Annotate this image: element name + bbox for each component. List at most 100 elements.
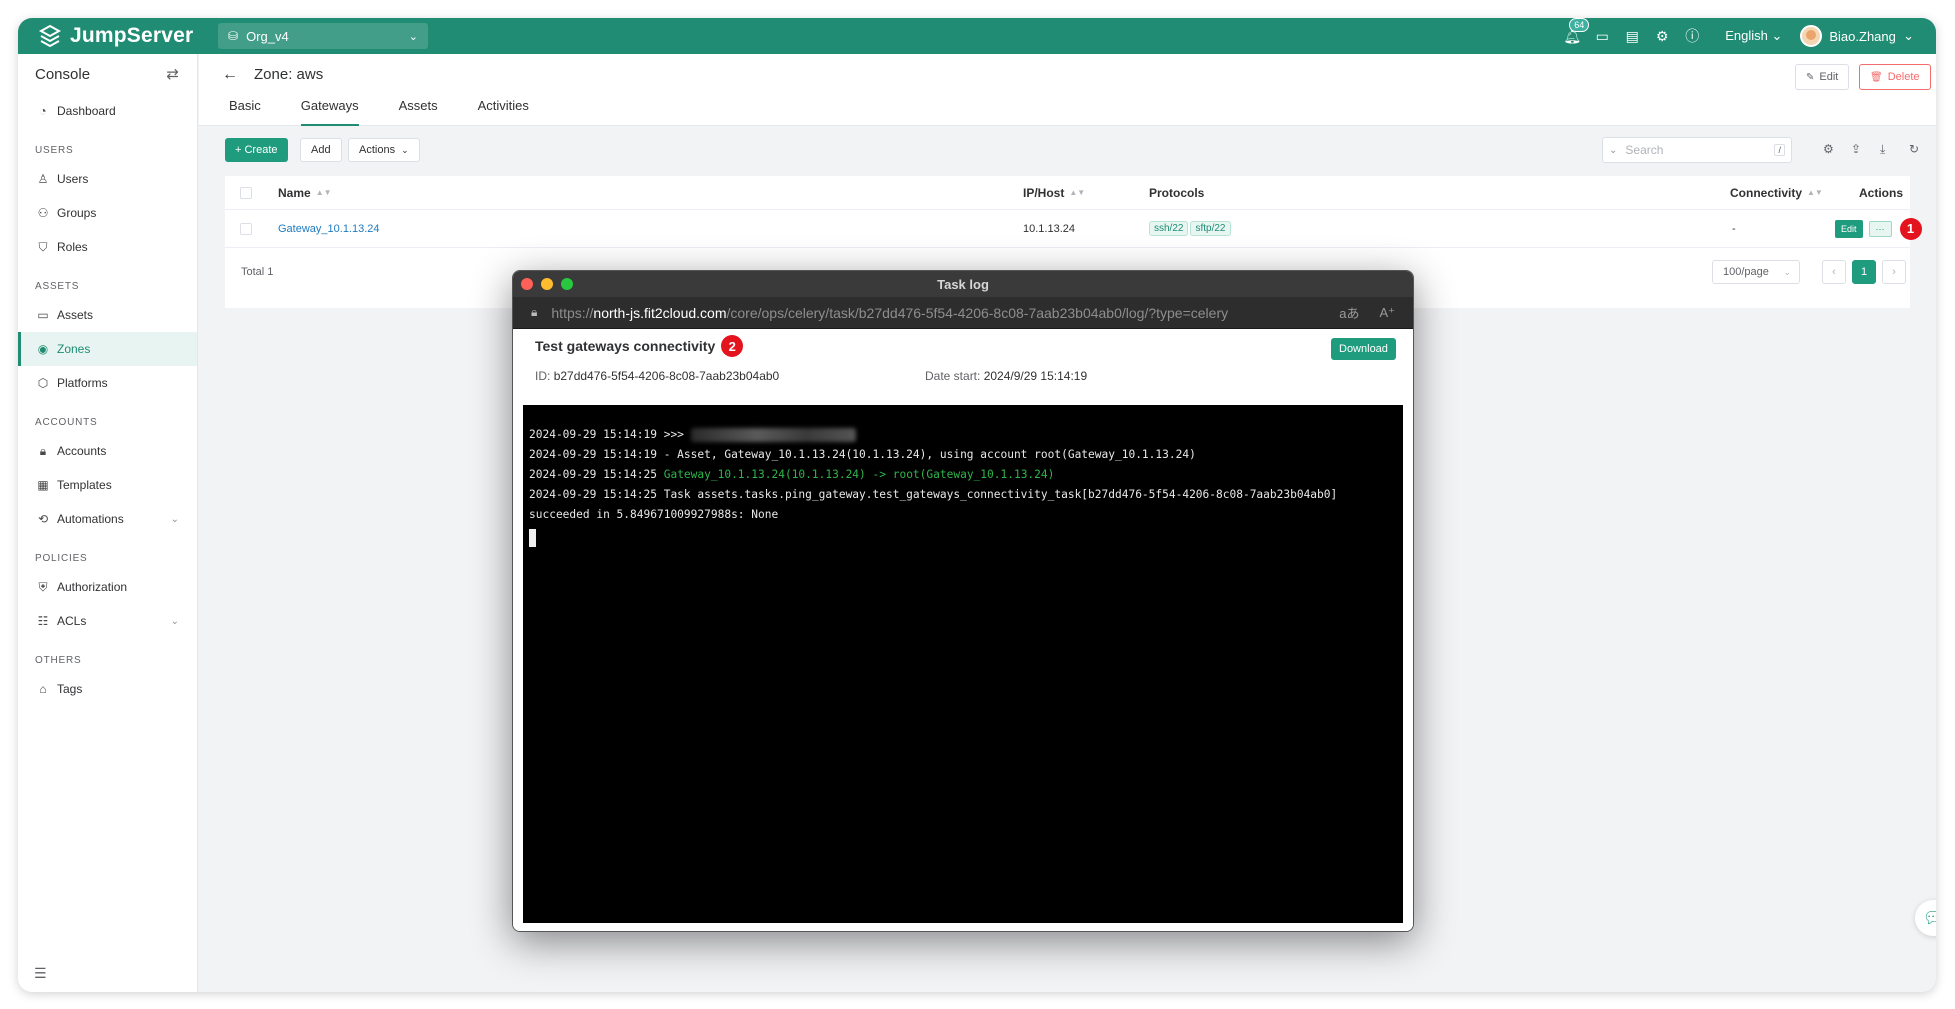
edit-zone-button[interactable]: ✎ Edit <box>1795 64 1850 90</box>
table-header-row: Name ▲▼ IP/Host ▲▼ Protocols Connectivity ▲… <box>225 176 1910 210</box>
logo[interactable]: JumpServer <box>38 24 218 48</box>
sidebar-group-assets: ASSETS <box>35 281 80 292</box>
chevron-down-icon: ⌄ <box>170 513 179 525</box>
translate-icon[interactable]: aあ <box>1339 303 1359 322</box>
sidebar-group-policies: POLICIES <box>35 553 88 564</box>
sidebar-item-accounts[interactable]: 🔒︎ Accounts <box>18 434 197 468</box>
dashboard-icon: ◔ <box>39 104 47 118</box>
top-bar: JumpServer ⛁ Org_v4 ⌄ 🔔︎ 64 ▭ ▤ ⚙ ⓘ Engl… <box>18 18 1936 54</box>
notification-count-badge: 64 <box>1569 18 1590 32</box>
tab-basic[interactable]: Basic <box>229 92 261 126</box>
create-button[interactable]: + Create <box>225 138 288 162</box>
gateway-name-link[interactable]: Gateway_10.1.13.24 <box>278 210 380 247</box>
edit-label: Edit <box>1819 71 1839 83</box>
user-menu[interactable]: Biao.Zhang ⌄ <box>1800 25 1914 47</box>
terminal-cursor <box>529 529 536 547</box>
tickets-icon[interactable]: ▤ <box>1617 28 1647 45</box>
column-header-protocols: Protocols <box>1149 185 1205 200</box>
sidebar-item-platforms[interactable]: ⬡ Platforms <box>18 366 197 400</box>
row-checkbox[interactable] <box>240 210 252 247</box>
trash-icon: 🗑︎ <box>1870 71 1883 83</box>
next-page-button[interactable]: › <box>1882 260 1906 284</box>
settings-gear-icon[interactable]: ⚙ <box>1647 28 1677 45</box>
sidebar-item-roles[interactable]: ⛉ Roles <box>18 230 197 264</box>
sidebar-item-label: Groups <box>57 206 97 220</box>
window-title: Task log <box>937 276 989 292</box>
refresh-icon[interactable]: ↻ <box>1909 142 1919 156</box>
sidebar-item-acls[interactable]: ☷ ACLs ⌄ <box>18 604 197 638</box>
switch-view-icon[interactable]: ⇄ <box>166 65 179 83</box>
log-line: 2024-09-29 15:14:19 - Asset, Gateway_10.… <box>529 448 1196 461</box>
sidebar-item-dashboard[interactable]: ◔ Dashboard <box>18 94 197 128</box>
help-question-icon[interactable]: ⓘ <box>1677 26 1707 46</box>
log-terminal[interactable]: 2024-09-29 15:14:19 >>> 2024-09-29 15:14… <box>523 405 1403 923</box>
monitor-icon: ▭ <box>37 308 49 322</box>
notifications-bell-icon[interactable]: 🔔︎ 64 <box>1557 18 1590 45</box>
prev-page-button[interactable]: ‹ <box>1822 260 1846 284</box>
column-settings-gear-icon[interactable]: ⚙ <box>1823 142 1834 156</box>
download-log-button[interactable]: Download <box>1331 338 1396 360</box>
sidebar-item-label: Authorization <box>57 580 128 594</box>
tab-assets[interactable]: Assets <box>399 92 438 126</box>
top-bar-actions: 🔔︎ 64 ▭ ▤ ⚙ ⓘ English ⌄ Biao.Zhang ⌄ <box>1557 18 1936 54</box>
tag-icon: ⌂ <box>39 682 47 696</box>
sidebar-item-label: Users <box>57 172 89 186</box>
automation-icon: ⟲ <box>37 512 49 526</box>
task-date-start: Date start: 2024/9/29 15:14:19 <box>925 369 1088 383</box>
collapse-sidebar-icon[interactable]: ☰ <box>34 965 47 982</box>
sidebar-item-users[interactable]: ♙ Users <box>18 162 197 196</box>
close-window-icon[interactable] <box>521 278 533 290</box>
chevron-down-icon: ⌄ <box>401 144 409 155</box>
chat-assistant-icon[interactable]: 💬︎ <box>1915 900 1936 936</box>
sidebar-item-templates[interactable]: ▦ Templates <box>18 468 197 502</box>
sidebar-item-tags[interactable]: ⌂ Tags <box>18 672 197 706</box>
language-selector[interactable]: English ⌄ <box>1725 28 1782 44</box>
minimize-window-icon[interactable] <box>541 278 553 290</box>
actions-label: Actions <box>359 144 396 156</box>
select-all-checkbox[interactable] <box>240 176 252 209</box>
chevron-down-icon: ⌄ <box>1771 28 1783 43</box>
org-selector[interactable]: ⛁ Org_v4 ⌄ <box>218 23 428 49</box>
column-header-connectivity[interactable]: Connectivity ▲▼ <box>1730 176 1823 209</box>
chevron-down-icon: ⌄ <box>408 30 418 43</box>
task-log-body: Test gateways connectivity 2 Download ID… <box>513 329 1413 931</box>
upload-icon[interactable]: ⇪ <box>1851 142 1861 156</box>
row-edit-button[interactable]: Edit <box>1835 219 1863 238</box>
maximize-window-icon[interactable] <box>561 278 573 290</box>
gateway-protocols: ssh/22 sftp/22 <box>1149 210 1233 247</box>
sidebar-item-authorization[interactable]: ⛨ Authorization <box>18 570 197 604</box>
add-button[interactable]: Add <box>300 138 342 162</box>
log-line: 2024-09-29 15:14:25 Task assets.tasks.pi… <box>529 488 1338 501</box>
chevron-down-icon: ⌄ <box>1609 144 1618 156</box>
tab-gateways[interactable]: Gateways <box>300 92 359 126</box>
gateway-connectivity: - <box>1732 222 1736 235</box>
page-size-select[interactable]: 100/page ⌄ <box>1712 260 1800 284</box>
sort-icon: ▲▼ <box>1069 188 1086 197</box>
acl-icon: ☷ <box>37 614 49 628</box>
search-shortcut-hint: / <box>1774 144 1785 156</box>
sidebar-item-automations[interactable]: ⟲ Automations ⌄ <box>18 502 197 536</box>
row-more-button[interactable]: ··· <box>1868 220 1892 237</box>
chevron-down-icon: ⌄ <box>170 615 179 627</box>
brand-name: JumpServer <box>70 24 194 47</box>
user-name: Biao.Zhang <box>1829 28 1896 44</box>
back-arrow-icon[interactable]: ← <box>222 66 238 84</box>
page-header: ← Zone: aws Basic Gateways Assets Activi… <box>199 54 1936 126</box>
delete-zone-button[interactable]: 🗑︎ Delete <box>1859 64 1931 90</box>
column-header-ip[interactable]: IP/Host ▲▼ <box>1023 176 1085 209</box>
sidebar-item-zones[interactable]: ◉ Zones <box>18 332 197 366</box>
protocol-tag: sftp/22 <box>1190 221 1231 236</box>
search-input[interactable]: ⌄ Search / <box>1602 137 1792 163</box>
actions-dropdown[interactable]: Actions ⌄ <box>348 138 420 162</box>
sidebar-item-groups[interactable]: ⚇ Groups <box>18 196 197 230</box>
tab-activities[interactable]: Activities <box>478 92 529 126</box>
task-log-window: Task log 🔒︎ https://north-js.fit2cloud.c… <box>512 270 1414 932</box>
sidebar-item-assets[interactable]: ▭ Assets <box>18 298 197 332</box>
address-bar[interactable]: 🔒︎ https://north-js.fit2cloud.com/core/o… <box>513 297 1413 329</box>
column-header-name[interactable]: Name ▲▼ <box>278 176 332 209</box>
web-terminal-icon[interactable]: ▭ <box>1587 28 1617 45</box>
download-icon[interactable]: ⤓ <box>1880 142 1885 157</box>
page-number-button[interactable]: 1 <box>1852 260 1876 284</box>
reader-text-size-icon[interactable]: A⁺ <box>1379 305 1395 321</box>
protocol-tag: ssh/22 <box>1149 221 1189 236</box>
